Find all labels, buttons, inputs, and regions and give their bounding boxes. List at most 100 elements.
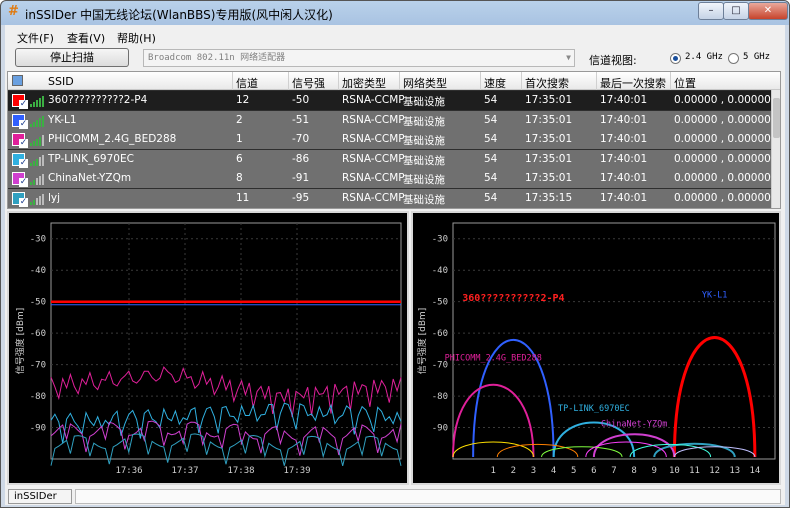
time-x-tick: 17:38 [227, 466, 254, 476]
network-table: SSID 信道 信号强 加密类型 网络类型 速度 首次搜索 最后一次搜索 位置 … [7, 71, 781, 209]
close-button[interactable]: ✕ [748, 2, 788, 20]
channel-graph: -30-40-50-60-70-80-90信号强度 [dBm]1 2 3 4 5 6 7 8 9… [416, 222, 776, 476]
row-checkbox[interactable]: ✓ [19, 197, 28, 207]
adapter-select[interactable]: Broadcom 802.11n 网络适配器 ▼ [143, 49, 575, 67]
cell-channel: 1 [236, 133, 243, 145]
cell-ssid: 360??????????2-P4 [48, 94, 148, 106]
time-y-tick: -90 [30, 424, 46, 434]
cell-network-type: 基础设施 [403, 154, 445, 167]
chan-network-label: 360??????????2-P4 [462, 293, 564, 304]
table-row[interactable]: ✓ YK-L1 2 -51 RSNA-CCMP 基础设施 54 17:35:01 17:40:0… [8, 110, 772, 130]
cell-speed: 54 [484, 113, 498, 126]
cell-last-seen: 17:40:01 [600, 191, 648, 204]
select-all-checkbox[interactable] [12, 75, 23, 86]
cell-last-seen: 17:40:01 [600, 133, 648, 145]
row-checkbox[interactable]: ✓ [19, 178, 28, 187]
table-row[interactable]: ✓ PHICOMM_2.4G_BED288 1 -70 RSNA-CCMP 基础设施 54 1… [8, 130, 772, 149]
network-color-box[interactable]: ✓ [12, 133, 28, 148]
col-rssi[interactable]: 信号强 [292, 75, 325, 91]
signal-strength-icon [30, 95, 44, 107]
row-checkbox[interactable]: ✓ [19, 158, 28, 168]
menu-bar: 文件(F) 查看(V) 帮助(H) [5, 27, 785, 45]
signal-strength-icon [30, 154, 44, 166]
cell-ssid: YK-L1 [48, 113, 77, 126]
chan-network-label: ChinaNet-YZQm [601, 420, 668, 430]
title-bar[interactable]: # inSSIDer 中国无线论坛(WlanBBS)专用版(风中闲人汉化) – … [1, 1, 789, 25]
cell-first-seen: 17:35:01 [525, 152, 573, 165]
cell-speed: 54 [484, 172, 498, 184]
row-checkbox[interactable]: ✓ [19, 100, 28, 109]
cell-first-seen: 17:35:01 [525, 133, 573, 145]
col-divider [521, 72, 522, 90]
col-divider [480, 72, 481, 90]
table-row[interactable]: ✓ ChinaNet-YZQm 8 -91 RSNA-CCMP 基础设施 54 17:35:0… [8, 169, 772, 188]
time-y-tick: -40 [30, 266, 46, 276]
cell-network-type: 基础设施 [403, 135, 445, 147]
adapter-value: Broadcom 802.11n 网络适配器 [148, 53, 286, 63]
cell-speed: 54 [484, 152, 498, 165]
row-checkbox[interactable]: ✓ [19, 119, 28, 129]
app-window: # inSSIDer 中国无线论坛(WlanBBS)专用版(风中闲人汉化) – … [0, 0, 790, 508]
row-checkbox[interactable]: ✓ [19, 139, 28, 148]
cell-rssi: -91 [292, 172, 310, 184]
chan-x-tick: 2 [511, 466, 516, 476]
col-channel[interactable]: 信道 [236, 75, 258, 91]
network-color-box[interactable]: ✓ [12, 113, 28, 129]
menu-file[interactable]: 文件(F) [17, 30, 54, 46]
cell-channel: 11 [236, 191, 250, 204]
network-color-box[interactable]: ✓ [12, 94, 28, 109]
chan-network-label: PHICOMM_2.4G_BED288 [445, 354, 542, 364]
menu-help[interactable]: 帮助(H) [117, 30, 156, 46]
status-bar: inSSIDer [5, 487, 785, 505]
cell-rssi: -70 [292, 133, 310, 145]
cell-last-seen: 17:40:01 [600, 152, 648, 165]
chan-x-tick: 5 [571, 466, 576, 476]
chan-x-tick: 9 [652, 466, 657, 476]
table-row[interactable]: ✓ 360??????????2-P4 12 -50 RSNA-CCMP 基础设施 54 17… [8, 91, 772, 110]
col-first-seen[interactable]: 首次搜索 [525, 75, 569, 91]
client-area: 文件(F) 查看(V) 帮助(H) 停止扫描 Broadcom 802.11n … [5, 25, 785, 505]
signal-strength-icon [30, 134, 44, 146]
band-5-radio[interactable] [728, 53, 739, 64]
table-row[interactable]: ✓ TP-LINK_6970EC 6 -86 RSNA-CCMP 基础设施 54 17:35:… [8, 149, 772, 169]
network-color-box[interactable]: ✓ [12, 152, 28, 168]
scrollbar-thumb[interactable] [773, 98, 780, 138]
status-tab[interactable]: inSSIDer [8, 489, 72, 504]
col-speed[interactable]: 速度 [484, 75, 506, 91]
cell-ssid: lyj [48, 191, 61, 204]
channel-graph-panel: -30 -40 -50 -60 -70 -80 -90 信号强度 [dBm] 1 2 3 4 5 6 7 8 9… [411, 211, 781, 485]
col-last-seen[interactable]: 最后一次搜索 [600, 75, 666, 91]
chan-y-axis-label: 信号强度 [dBm] [416, 308, 428, 375]
cell-location: 0.00000 , 0.00000 [674, 133, 771, 145]
chan-y-tick: -60 [432, 329, 448, 339]
chan-y-tick: -40 [432, 266, 448, 276]
col-location[interactable]: 位置 [674, 75, 696, 91]
table-scrollbar[interactable] [771, 90, 780, 208]
cell-last-seen: 17:40:01 [600, 94, 648, 106]
signal-strength-icon [30, 173, 44, 185]
app-logo-icon: # [8, 4, 19, 19]
time-x-tick: 17:37 [171, 466, 198, 476]
cell-ssid: PHICOMM_2.4G_BED288 [48, 133, 177, 145]
minimize-button[interactable]: – [698, 2, 724, 20]
col-ssid[interactable]: SSID [48, 75, 74, 88]
toolbar: 停止扫描 Broadcom 802.11n 网络适配器 ▼ 信道视图: 2.4 … [5, 47, 785, 69]
chan-x-tick: 11 [689, 466, 700, 476]
network-color-box[interactable]: ✓ [12, 191, 28, 207]
cell-location: 0.00000 , 0.00000 [674, 191, 771, 204]
maximize-button[interactable]: □ [723, 2, 749, 20]
menu-view[interactable]: 查看(V) [67, 30, 105, 46]
cell-channel: 6 [236, 152, 243, 165]
chan-y-tick: -30 [432, 235, 448, 245]
cell-rssi: -95 [292, 191, 310, 204]
band-24-radio[interactable] [670, 53, 681, 64]
col-network-type[interactable]: 网络类型 [403, 75, 447, 91]
channel-view-label: 信道视图: [589, 54, 637, 67]
cell-security: RSNA-CCMP [342, 133, 405, 145]
col-security[interactable]: 加密类型 [342, 75, 386, 91]
table-row[interactable]: ✓ lyj 11 -95 RSNA-CCMP 基础设施 54 17:35:15 17:40:01… [8, 188, 772, 208]
network-color-box[interactable]: ✓ [12, 172, 28, 187]
stop-scan-button[interactable]: 停止扫描 [15, 48, 129, 67]
time-y-tick: -70 [30, 361, 46, 371]
chan-x-tick: 1 [491, 466, 496, 476]
